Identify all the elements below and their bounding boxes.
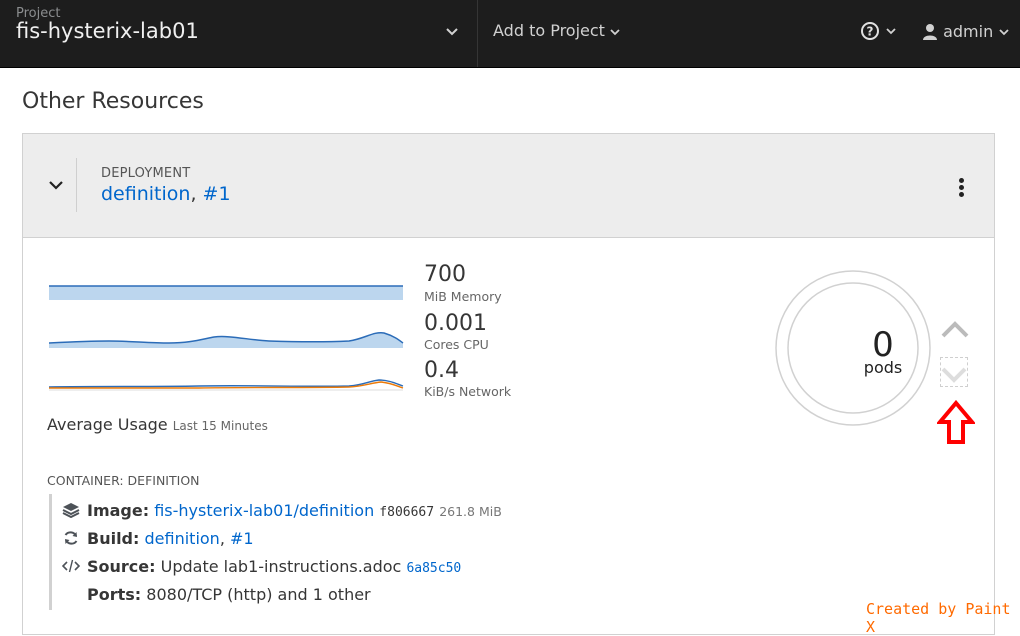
chevron-down-icon[interactable] [47,176,65,194]
source-message: Update lab1-instructions.adoc [160,557,402,576]
image-link[interactable]: fis-hysterix-lab01/definition [154,501,374,520]
average-usage-period: Last 15 Minutes [172,419,268,433]
image-label: Image: [87,501,150,520]
memory-value: 700 [424,262,466,287]
page-title: Other Resources [22,89,204,114]
revision-link[interactable]: #1 [203,183,231,205]
title-separator: , [190,183,197,205]
image-hash: f806667 [379,505,435,520]
pod-label: pods [863,358,903,377]
source-commit-link[interactable]: 6a85c50 [406,561,461,576]
build-separator: , [219,529,225,548]
average-usage: Average Usage Last 15 Minutes [47,415,268,434]
project-selector[interactable]: Project fis-hysterix-lab01 [0,0,478,67]
watermark-text: Created by Paint X [866,600,1011,636]
svg-text:?: ? [867,25,874,39]
average-usage-label: Average Usage [47,415,168,434]
network-sparkline [49,379,404,391]
add-to-project-label: Add to Project [493,21,605,40]
memory-sparkline [49,285,403,300]
add-to-project-button[interactable]: Add to Project [493,21,621,40]
arrow-up-annotation-icon [937,400,975,444]
scale-up-icon[interactable] [940,319,970,341]
code-icon [61,558,81,577]
ports-value: 8080/TCP (http) and 1 other [146,585,371,604]
project-name[interactable]: fis-hysterix-lab01 [16,19,199,43]
source-row: Source: Update lab1-instructions.adoc 6a… [61,557,461,577]
user-name: admin [943,22,994,41]
network-unit: KiB/s Network [424,384,512,399]
deployment-title: definition, #1 [101,183,231,205]
image-size: 261.8 MiB [439,504,502,519]
container-divider [49,494,52,610]
chevron-down-icon [999,28,1009,35]
user-menu-button[interactable]: admin [922,21,1010,41]
deployment-card-header: DEPLOYMENT definition, #1 [23,134,994,238]
resource-kind: DEPLOYMENT [101,166,191,181]
help-menu-button[interactable]: ? [860,21,900,45]
image-row: Image: fis-hysterix-lab01/definition f80… [61,501,502,522]
ports-label: Ports: [87,585,142,604]
build-label: Build: [87,529,140,548]
user-icon [923,23,937,40]
help-icon: ? [861,22,896,40]
build-revision-link[interactable]: #1 [230,529,254,548]
build-link[interactable]: definition [145,529,220,548]
chevron-down-icon [610,28,620,35]
kebab-menu-icon[interactable] [951,178,971,198]
network-value: 0.4 [424,358,459,383]
refresh-icon [61,530,81,550]
container-title: CONTAINER: DEFINITION [47,473,200,488]
memory-unit: MiB Memory [424,289,502,304]
cpu-sparkline [49,331,404,348]
build-row: Build: definition, #1 [61,529,254,550]
header-divider [76,158,77,212]
ports-row: Ports: 8080/TCP (http) and 1 other [61,585,371,604]
cpu-unit: Cores CPU [424,337,489,352]
masthead: Project fis-hysterix-lab01 Add to Projec… [0,0,1020,68]
image-layers-icon [61,502,81,522]
cpu-value: 0.001 [424,311,487,336]
source-label: Source: [87,557,156,576]
deployment-link[interactable]: definition [101,183,190,205]
chevron-down-icon[interactable] [444,24,460,40]
deployment-card: DEPLOYMENT definition, #1 700 MiB Memory… [22,133,995,635]
scale-down-icon [941,367,967,383]
scale-down-button[interactable] [940,357,968,387]
